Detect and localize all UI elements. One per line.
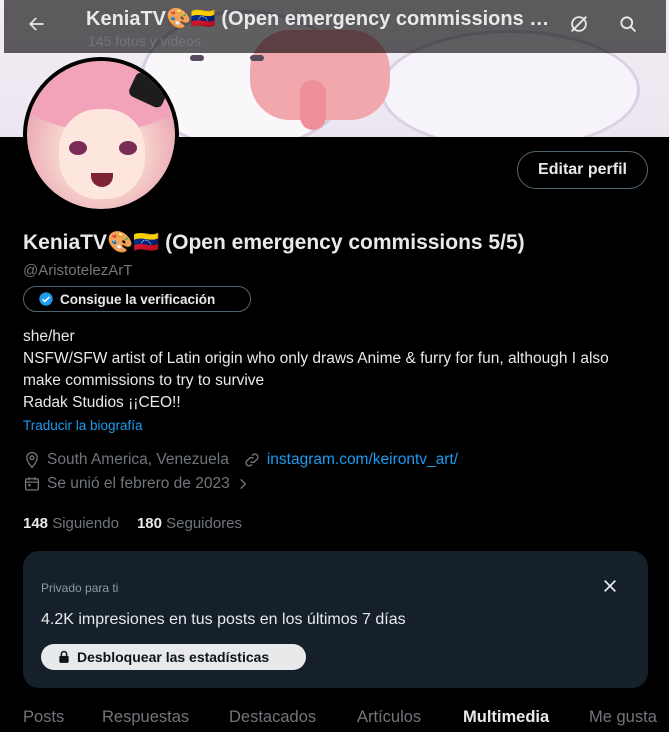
calendar-icon — [23, 475, 41, 493]
impressions-text: 4.2K impresiones en tus posts en los últ… — [41, 611, 406, 628]
profile-meta-row: South America, Venezuela instagram.com/k… — [23, 451, 458, 469]
link-icon — [243, 451, 261, 469]
banner-art-shape — [190, 55, 204, 61]
back-button[interactable] — [18, 8, 54, 44]
header-title: KeniaTV🎨🇻🇪 (Open emergency commissions 5… — [86, 8, 556, 30]
profile-name: KeniaTV🎨🇻🇪 (Open emergency commissions 5… — [23, 231, 525, 254]
arrow-left-icon — [26, 14, 46, 39]
profile-tabs: Posts Respuestas Destacados Artículos Mu… — [0, 700, 669, 732]
private-label: Privado para ti — [41, 581, 119, 595]
get-verified-button[interactable]: Consigue la verificación — [23, 286, 251, 312]
header-subtitle: 145 fotos y videos — [88, 33, 201, 49]
profile-joined-row[interactable]: Se unió el febrero de 2023 — [23, 475, 256, 493]
edit-profile-button[interactable]: Editar perfil — [517, 151, 648, 189]
banner-art-shape — [250, 55, 264, 61]
top-bar: KeniaTV🎨🇻🇪 (Open emergency commissions 5… — [4, 0, 666, 53]
followers-label: Seguidores — [166, 515, 243, 532]
tab-posts[interactable]: Posts — [23, 708, 64, 727]
search-icon — [618, 14, 638, 39]
avatar-image — [27, 61, 175, 209]
unlock-stats-label: Desbloquear las estadísticas — [77, 649, 270, 665]
bio-line: Radak Studios ¡¡CEO!! — [23, 394, 181, 411]
private-insights-card: Privado para ti 4.2K impresiones en tus … — [23, 551, 648, 688]
search-button[interactable] — [610, 8, 646, 44]
followers-link[interactable]: 180 Seguidores — [137, 515, 242, 532]
profile-location: South America, Venezuela — [47, 451, 229, 468]
bio-line: NSFW/SFW artist of Latin origin who only… — [23, 350, 609, 389]
slashed-circle-icon — [568, 13, 590, 40]
close-icon — [602, 578, 618, 599]
follow-counts: 148 Siguiendo 180 Seguidores — [23, 515, 242, 532]
profile-bio: she/her NSFW/SFW artist of Latin origin … — [23, 326, 648, 414]
bio-line: she/her — [23, 328, 75, 345]
avatar-art-shape — [119, 141, 137, 155]
profile-joined-date: Se unió el febrero de 2023 — [47, 475, 230, 492]
verified-badge-icon — [38, 291, 54, 307]
avatar-art-shape — [69, 141, 87, 155]
hide-button[interactable] — [561, 8, 597, 44]
tab-articles[interactable]: Artículos — [357, 708, 421, 727]
following-count: 148 — [23, 515, 49, 532]
following-label: Siguiendo — [52, 515, 119, 532]
profile-handle: @AristotelezArT — [23, 262, 133, 279]
get-verified-label: Consigue la verificación — [60, 291, 216, 307]
tab-highlights[interactable]: Destacados — [229, 708, 316, 727]
tab-likes[interactable]: Me gusta — [589, 708, 657, 727]
chevron-right-icon — [236, 477, 250, 491]
unlock-stats-button[interactable]: Desbloquear las estadísticas — [41, 644, 306, 670]
banner-art-shape — [300, 80, 326, 130]
location-pin-icon — [23, 451, 41, 469]
tab-media[interactable]: Multimedia — [463, 708, 549, 727]
followers-count: 180 — [136, 515, 162, 532]
tab-replies[interactable]: Respuestas — [102, 708, 189, 727]
lock-icon — [57, 650, 71, 664]
close-card-button[interactable] — [597, 575, 623, 601]
translate-bio-link[interactable]: Traducir la biografía — [23, 418, 143, 433]
avatar[interactable] — [23, 57, 179, 213]
following-link[interactable]: 148 Siguiendo — [23, 515, 119, 532]
profile-website-link[interactable]: instagram.com/keirontv_art/ — [267, 451, 458, 469]
